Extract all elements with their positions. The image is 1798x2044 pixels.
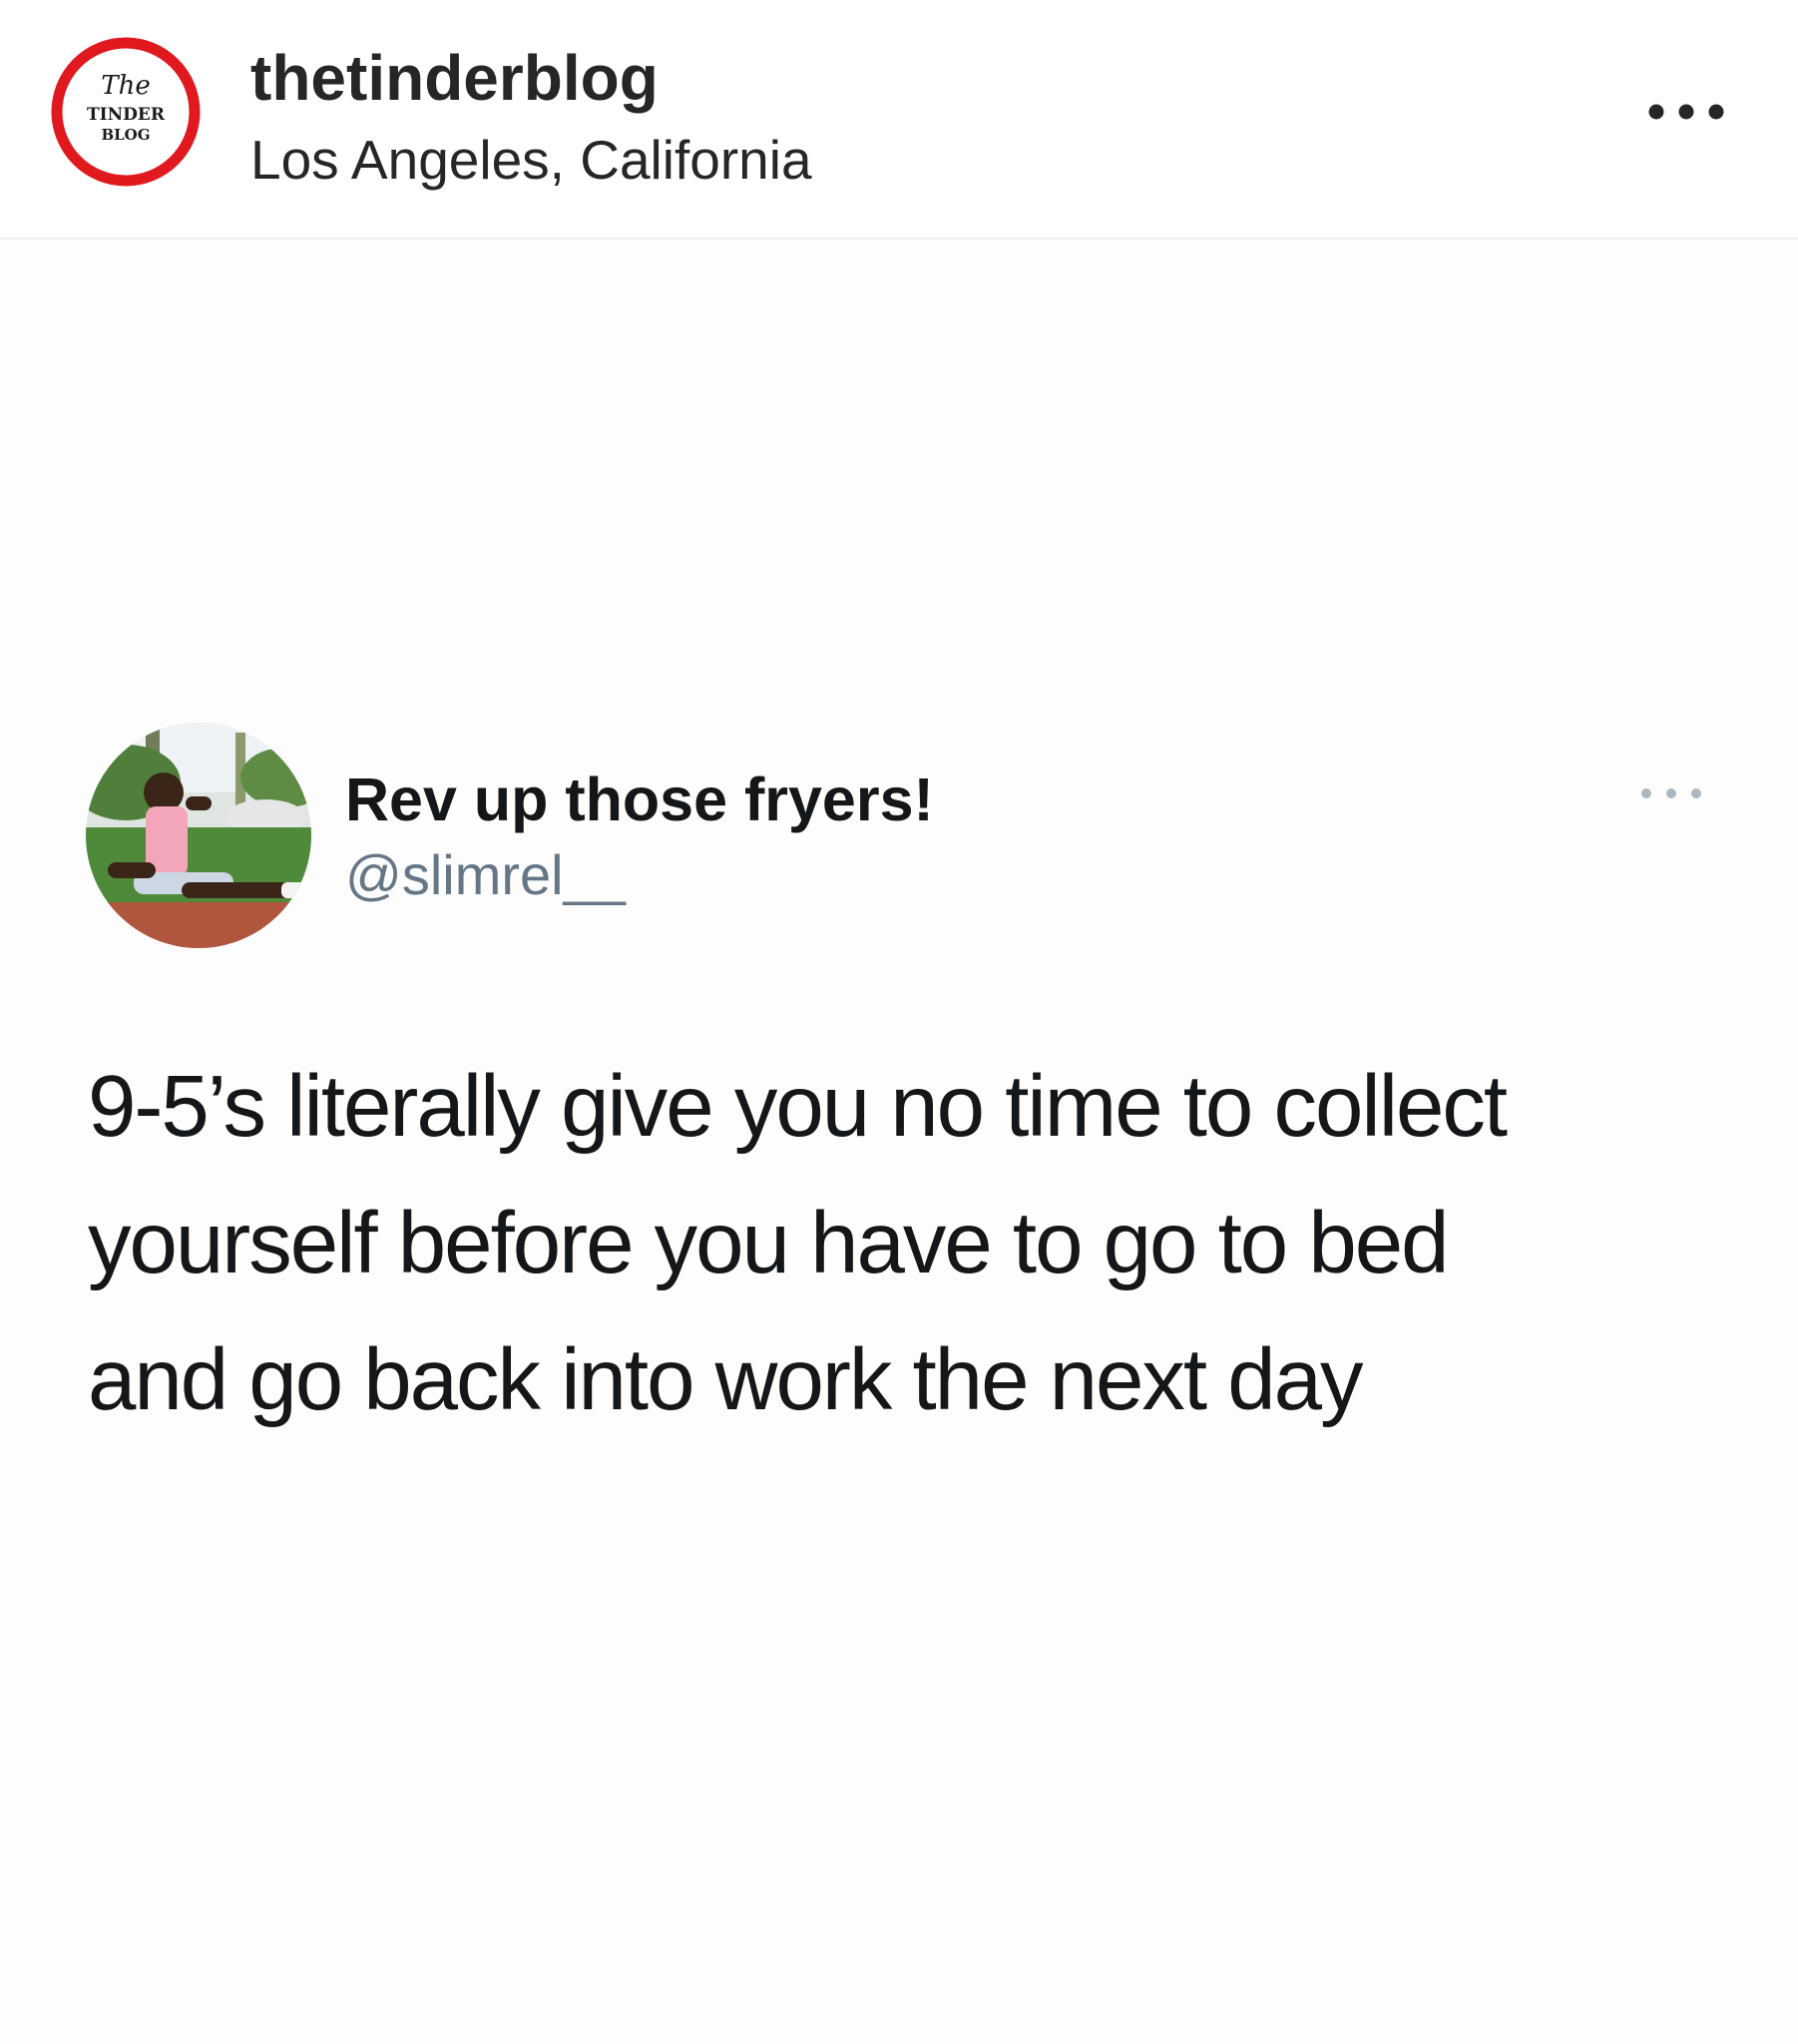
tweet-options-icon (1636, 778, 1706, 808)
post-options-button[interactable] (1644, 86, 1732, 138)
tweet-text-line: and go back into work the next day (88, 1331, 1364, 1428)
post-image[interactable]: Rev up those fryers! @slimrel__ 9-5’s li… (0, 240, 1798, 2044)
instagram-post: The TINDER BLOG thetinderblog Los Angele… (0, 0, 1798, 2044)
tweet-handle: @slimrel__ (345, 843, 626, 906)
more-horizontal-icon (1641, 788, 1701, 798)
account-username[interactable]: thetinderblog (250, 36, 659, 120)
tweet-text-line: yourself before you have to go to bed (88, 1195, 1449, 1291)
logo-text-top: The (101, 71, 150, 101)
post-location[interactable]: Los Angeles, California (250, 122, 812, 198)
tweet-display-name: Rev up those fryers! (345, 766, 934, 833)
more-horizontal-icon (1648, 104, 1724, 120)
logo-text-bottom: BLOG (101, 126, 150, 144)
tweet-text-line: 9-5’s literally give you no time to coll… (88, 1058, 1508, 1155)
tweet-text: 9-5’s literally give you no time to coll… (88, 1038, 1734, 1448)
tweet-author-avatar (86, 723, 311, 948)
post-header: The TINDER BLOG thetinderblog Los Angele… (0, 0, 1798, 240)
logo-text-middle: TINDER (87, 105, 166, 125)
account-avatar[interactable]: The TINDER BLOG (50, 36, 202, 188)
tinder-blog-logo: The TINDER BLOG (51, 37, 201, 187)
person-photo (86, 723, 311, 948)
